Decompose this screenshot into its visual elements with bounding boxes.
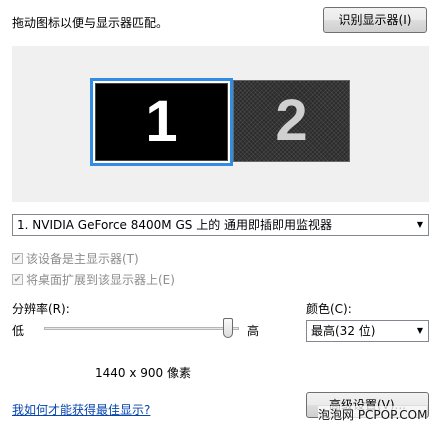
monitor-arrangement-area: 1 2 <box>12 46 429 202</box>
color-select-value: 最高(32 位) <box>311 324 376 338</box>
resolution-label: 分辨率(R): <box>12 302 70 316</box>
color-label: 颜色(C): <box>306 302 352 316</box>
primary-display-label: 该设备是主显示器(T) <box>26 252 139 266</box>
monitor-1-number: 1 <box>145 89 178 154</box>
color-select[interactable]: 最高(32 位) ▼ <box>306 320 429 342</box>
monitor-1-icon[interactable]: 1 <box>95 83 228 161</box>
identify-button[interactable]: 识别显示器(I) <box>323 7 427 33</box>
watermark: 泡泡网 PCPOP.COM <box>318 406 428 423</box>
monitor-2-icon[interactable]: 2 <box>233 80 350 162</box>
resolution-high-label: 高 <box>247 324 260 338</box>
resolution-slider-track[interactable] <box>44 327 239 330</box>
display-select-value: 1. NVIDIA GeForce 8400M GS 上的 通用即插即用监视器 <box>17 218 333 232</box>
extend-desktop-label: 将桌面扩展到该显示器上(E) <box>26 273 175 287</box>
chevron-down-icon[interactable]: ▼ <box>412 215 428 235</box>
extend-desktop-checkbox: ✔ 将桌面扩展到该显示器上(E) <box>12 271 175 288</box>
help-link[interactable]: 我如何才能获得最佳显示? <box>12 401 150 418</box>
checkbox-check-icon: ✔ <box>12 253 23 264</box>
monitor-2-number: 2 <box>275 88 308 153</box>
chevron-down-icon[interactable]: ▼ <box>412 321 428 341</box>
resolution-low-label: 低 <box>12 324 25 338</box>
resolution-slider-thumb[interactable] <box>223 318 233 338</box>
checkbox-check-icon: ✔ <box>12 274 23 285</box>
monitor-1-selection[interactable]: 1 <box>90 78 233 166</box>
display-select[interactable]: 1. NVIDIA GeForce 8400M GS 上的 通用即插即用监视器 … <box>12 214 429 236</box>
primary-display-checkbox: ✔ 该设备是主显示器(T) <box>12 250 139 267</box>
instruction-text: 拖动图标以便与显示器匹配。 <box>12 16 169 30</box>
resolution-value: 1440 x 900 像素 <box>95 366 191 380</box>
